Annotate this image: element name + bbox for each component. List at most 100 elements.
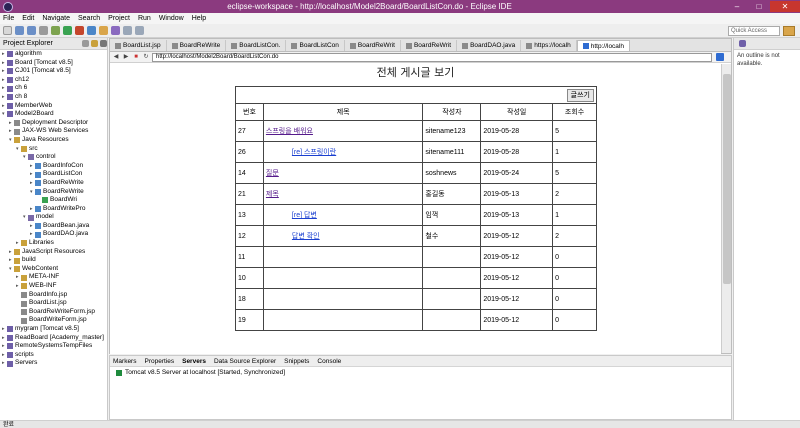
- editor-tab[interactable]: BoardReWrit: [401, 40, 458, 51]
- column-header: 조회수: [552, 103, 597, 121]
- tab-console[interactable]: Console: [317, 358, 341, 365]
- server-icon[interactable]: [87, 26, 96, 35]
- tab-snippets[interactable]: Snippets: [284, 358, 309, 365]
- tree-item[interactable]: ▸ ch 6: [0, 84, 107, 93]
- tree-item[interactable]: ▸ Servers: [0, 359, 107, 368]
- refresh-icon[interactable]: ↻: [142, 53, 150, 61]
- link-editor-icon[interactable]: [91, 40, 98, 47]
- tree-item[interactable]: BoardReWriteForm.jsp: [0, 308, 107, 317]
- editor-tab[interactable]: BoardList.jsp: [110, 40, 167, 51]
- tree-item[interactable]: ▸ ReadBoard [Academy_master]: [0, 334, 107, 343]
- project-explorer-title[interactable]: Project Explorer: [3, 40, 53, 47]
- tree-item[interactable]: ▾ BoardReWrite: [0, 188, 107, 197]
- editor-tab[interactable]: https://localh: [521, 40, 577, 51]
- menu-file[interactable]: File: [3, 15, 14, 22]
- tree-item[interactable]: ▸ Board [Tomcat v8.5]: [0, 59, 107, 68]
- tree-item[interactable]: ▸ JAX-WS Web Services: [0, 127, 107, 136]
- tree-item[interactable]: ▾ model: [0, 213, 107, 222]
- tree-item[interactable]: ▸ BoardWritePro: [0, 205, 107, 214]
- editor-tab[interactable]: http://localh: [576, 40, 630, 51]
- tree-item[interactable]: BoardWriteForm.jsp: [0, 316, 107, 325]
- close-button[interactable]: ✕: [770, 1, 800, 12]
- forward-icon[interactable]: [135, 26, 144, 35]
- tree-item[interactable]: ▸ JavaScript Resources: [0, 248, 107, 257]
- tree-item[interactable]: ▸ build: [0, 256, 107, 265]
- editor-tab[interactable]: BoardListCon: [286, 40, 345, 51]
- tree-item[interactable]: ▸ mygram [Tomcat v8.5]: [0, 325, 107, 334]
- tree-item[interactable]: ▸ algorithm: [0, 50, 107, 59]
- post-title-link[interactable]: [re] 스프링이란: [292, 149, 336, 156]
- project-icon: [7, 334, 13, 341]
- go-icon[interactable]: [716, 53, 724, 61]
- quick-access-input[interactable]: Quick Access: [728, 26, 780, 36]
- editor-tab[interactable]: BoardListCon.: [226, 40, 287, 51]
- tree-item[interactable]: ▸ MemberWeb: [0, 102, 107, 111]
- stop-icon[interactable]: ■: [132, 53, 140, 61]
- menu-window[interactable]: Window: [159, 15, 184, 22]
- tree-item[interactable]: ▾ control: [0, 153, 107, 162]
- save-icon[interactable]: [15, 26, 24, 35]
- editor-tab[interactable]: BoardDAO.java: [457, 40, 522, 51]
- debug-icon[interactable]: [51, 26, 60, 35]
- tree-item[interactable]: ▸ BoardListCon: [0, 170, 107, 179]
- tree-item[interactable]: ▸ CJ01 [Tomcat v8.5]: [0, 67, 107, 76]
- menu-run[interactable]: Run: [138, 15, 151, 22]
- post-title-link[interactable]: 답변 확인: [292, 233, 320, 240]
- tree-item[interactable]: ▾ Model2Board: [0, 110, 107, 119]
- save-all-icon[interactable]: [27, 26, 36, 35]
- tree-item[interactable]: ▸ RemoteSystemsTempFiles: [0, 342, 107, 351]
- forward-arrow-icon[interactable]: ▶: [122, 53, 130, 61]
- tab-markers[interactable]: Markers: [113, 358, 136, 365]
- scrollbar-thumb[interactable]: [723, 74, 731, 284]
- tree-item[interactable]: ▸ WEB-INF: [0, 282, 107, 291]
- tree-item[interactable]: ▾ Java Resources: [0, 136, 107, 145]
- editor-scrollbar[interactable]: [721, 64, 731, 353]
- run-config-icon[interactable]: [75, 26, 84, 35]
- tree-item[interactable]: ▾ WebContent: [0, 265, 107, 274]
- tab-servers[interactable]: Servers: [182, 358, 206, 365]
- menu-search[interactable]: Search: [78, 15, 100, 22]
- print-icon[interactable]: [39, 26, 48, 35]
- new-icon[interactable]: [3, 26, 12, 35]
- view-menu-icon[interactable]: [100, 40, 107, 47]
- menu-edit[interactable]: Edit: [22, 15, 34, 22]
- tree-item[interactable]: ▸ META-INF: [0, 273, 107, 282]
- tab-data-source-explorer[interactable]: Data Source Explorer: [214, 358, 276, 365]
- post-title-link[interactable]: 스프링을 배워요: [266, 128, 313, 135]
- tab-properties[interactable]: Properties: [144, 358, 174, 365]
- tree-item[interactable]: ▸ BoardDAO.java: [0, 230, 107, 239]
- tree-item[interactable]: ▸ Deployment Descriptor: [0, 119, 107, 128]
- post-title-link[interactable]: [re] 답변: [292, 212, 317, 219]
- editor-tab[interactable]: BoardReWrit: [345, 40, 401, 51]
- project-icon: [35, 188, 41, 195]
- collapse-all-icon[interactable]: [82, 40, 89, 47]
- post-title-link[interactable]: 제목: [266, 191, 279, 198]
- tree-item[interactable]: ▸ ch12: [0, 76, 107, 85]
- tree-item[interactable]: BoardInfo.jsp: [0, 291, 107, 300]
- tree-item[interactable]: BoardWri: [0, 196, 107, 205]
- write-button[interactable]: 글쓰기: [566, 88, 594, 102]
- server-row[interactable]: Tomcat v8.5 Server at localhost [Started…: [110, 367, 731, 378]
- post-title-link[interactable]: 질문: [266, 170, 279, 177]
- back-icon[interactable]: [123, 26, 132, 35]
- perspective-icon[interactable]: [783, 26, 795, 36]
- menu-project[interactable]: Project: [108, 15, 130, 22]
- tree-item[interactable]: ▸ BoardInfoCon: [0, 162, 107, 171]
- tree-item[interactable]: ▸ Libraries: [0, 239, 107, 248]
- menu-help[interactable]: Help: [192, 15, 206, 22]
- url-input[interactable]: http://localhost/Model2Board/BoardListCo…: [152, 52, 712, 62]
- tree-item[interactable]: ▸ BoardReWrite: [0, 179, 107, 188]
- run-icon[interactable]: [63, 26, 72, 35]
- tree-item[interactable]: BoardList.jsp: [0, 299, 107, 308]
- minimize-button[interactable]: –: [726, 1, 748, 12]
- open-type-icon[interactable]: [111, 26, 120, 35]
- menu-navigate[interactable]: Navigate: [42, 15, 70, 22]
- tree-item[interactable]: ▾ src: [0, 145, 107, 154]
- editor-tab[interactable]: BoardReWrite: [167, 40, 227, 51]
- back-arrow-icon[interactable]: ◀: [112, 53, 120, 61]
- tree-item[interactable]: ▸ ch 8: [0, 93, 107, 102]
- search-icon[interactable]: [99, 26, 108, 35]
- maximize-button[interactable]: □: [748, 1, 770, 12]
- tree-item[interactable]: ▸ scripts: [0, 351, 107, 360]
- tree-item[interactable]: ▸ BoardBean.java: [0, 222, 107, 231]
